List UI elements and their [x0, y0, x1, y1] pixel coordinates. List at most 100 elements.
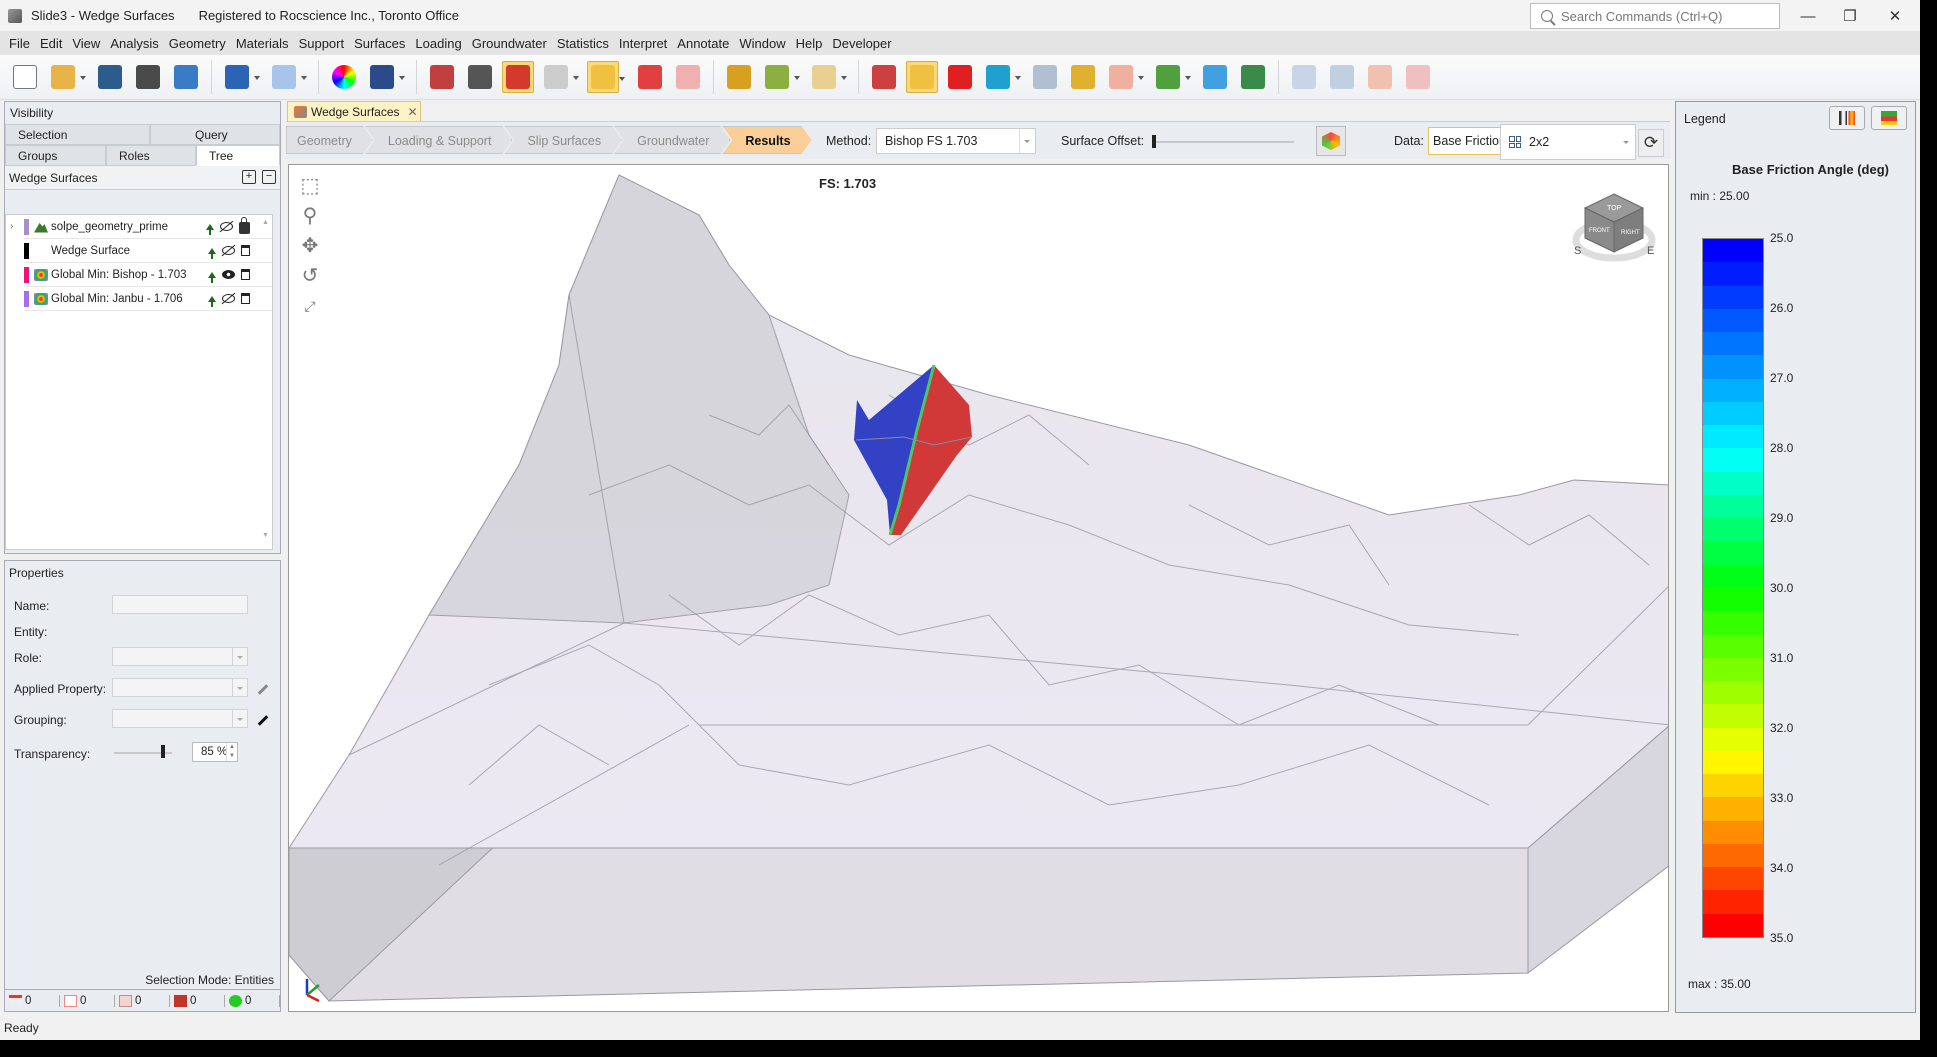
zoom-extents-icon[interactable]: ⤢ — [297, 293, 323, 319]
role-select[interactable] — [112, 647, 248, 666]
menu-interpret[interactable]: Interpret — [614, 36, 672, 51]
remove-support-button[interactable] — [1105, 61, 1144, 93]
redo-button[interactable] — [268, 61, 307, 93]
navigation-cube[interactable]: TOP FRONT RIGHT S E — [1571, 190, 1657, 270]
query-point-button[interactable] — [1029, 61, 1061, 93]
method-select[interactable]: Bishop FS 1.703 — [876, 128, 1036, 154]
zoom-icon[interactable]: ⚲ — [297, 203, 323, 229]
tab-query[interactable]: Query — [150, 124, 280, 145]
tools-button[interactable] — [426, 61, 458, 93]
tree-item[interactable]: Wedge Surface — [24, 239, 272, 263]
section-box-button[interactable] — [982, 61, 1021, 93]
restore-button[interactable]: ❐ — [1830, 4, 1870, 28]
applied-property-select[interactable] — [112, 678, 248, 697]
bar-columns-button[interactable] — [1067, 61, 1099, 93]
undo-button[interactable] — [221, 61, 260, 93]
select-window-button[interactable] — [587, 61, 625, 93]
workflow-step-slip-surfaces[interactable]: Slip Surfaces — [504, 126, 622, 154]
surface-offset-thumb[interactable] — [1152, 135, 1156, 148]
contour-surface-button[interactable] — [906, 61, 938, 93]
image-export-button[interactable] — [366, 61, 405, 93]
intersect-button[interactable] — [1402, 61, 1434, 93]
legend-settings-button[interactable] — [1829, 106, 1865, 130]
menu-developer[interactable]: Developer — [827, 36, 896, 51]
contours-button[interactable] — [1199, 61, 1231, 93]
zoom-window-icon[interactable]: ⬚ — [297, 173, 323, 199]
wedge-contour-button[interactable] — [944, 61, 976, 93]
grouping-select[interactable] — [112, 709, 248, 728]
close-tab-icon[interactable]: ✕ — [408, 105, 418, 119]
edit-grouping-icon[interactable] — [257, 715, 269, 726]
visible-eye-icon[interactable] — [222, 270, 235, 279]
deselect-button[interactable] — [672, 61, 704, 93]
delete-icon[interactable] — [241, 293, 250, 304]
tree-item[interactable]: Global Min: Janbu - 1.706 — [24, 287, 272, 311]
report-button[interactable] — [170, 61, 202, 93]
menu-materials[interactable]: Materials — [231, 36, 294, 51]
move-up-icon[interactable] — [208, 295, 216, 307]
navcube-east[interactable]: E — [1647, 245, 1654, 257]
solid-view-button[interactable] — [502, 61, 534, 93]
print-button[interactable] — [132, 61, 164, 93]
surface-offset-slider[interactable] — [1154, 141, 1294, 143]
workflow-step-groundwater[interactable]: Groundwater — [614, 126, 730, 154]
document-tab[interactable]: Wedge Surfaces ✕ — [287, 101, 421, 121]
transparency-spinbox[interactable]: 85 % ▲ ▼ — [192, 742, 238, 762]
collapse-all-icon[interactable]: − — [262, 170, 276, 184]
transparency-slider-thumb[interactable] — [161, 745, 166, 758]
name-field[interactable] — [112, 595, 248, 614]
lock-icon[interactable] — [239, 217, 250, 234]
calculator-button[interactable] — [464, 61, 496, 93]
menu-annotate[interactable]: Annotate — [672, 36, 734, 51]
delete-icon[interactable] — [241, 269, 250, 280]
workflow-step-loading-support[interactable]: Loading & Support — [365, 126, 513, 154]
refresh-button[interactable]: ⟳ — [1638, 129, 1664, 157]
minimize-button[interactable]: — — [1788, 4, 1828, 28]
move-up-icon[interactable] — [206, 223, 214, 235]
menu-statistics[interactable]: Statistics — [552, 36, 614, 51]
color-wheel-button[interactable] — [328, 61, 360, 93]
view-support-button[interactable] — [761, 61, 800, 93]
menu-edit[interactable]: Edit — [35, 36, 67, 51]
hidden-eye-icon[interactable] — [222, 246, 235, 255]
tab-roles[interactable]: Roles — [106, 145, 196, 166]
scatter-plot-button[interactable] — [1326, 61, 1358, 93]
menu-geometry[interactable]: Geometry — [164, 36, 231, 51]
close-button[interactable]: ✕ — [1875, 4, 1915, 28]
wireframe-view-button[interactable] — [540, 61, 579, 93]
joints-button[interactable] — [723, 61, 755, 93]
cumulative-button[interactable] — [1364, 61, 1396, 93]
viewport-layout-select[interactable]: 2x2 — [1500, 124, 1636, 160]
menu-file[interactable]: File — [4, 36, 35, 51]
workflow-step-geometry[interactable]: Geometry — [286, 126, 373, 154]
3d-viewport[interactable]: FS: 1.703 ⬚ ⚲ ✥ ↺ ⤢ TOP FRONT RIGHT S E — [288, 164, 1669, 1012]
menu-groundwater[interactable]: Groundwater — [467, 36, 552, 51]
navcube-top[interactable]: TOP — [1607, 205, 1622, 212]
new-file-button[interactable] — [9, 61, 41, 93]
loading-button[interactable] — [808, 61, 847, 93]
histogram-button[interactable] — [1288, 61, 1320, 93]
menu-support[interactable]: Support — [294, 36, 350, 51]
search-commands-input[interactable]: Search Commands (Ctrl+Q) — [1530, 3, 1780, 29]
legend-edit-button[interactable] — [1871, 106, 1907, 130]
save-button[interactable] — [94, 61, 126, 93]
open-folder-button[interactable] — [47, 61, 86, 93]
expand-all-icon[interactable]: + — [242, 170, 256, 184]
edit-property-icon[interactable] — [257, 684, 269, 695]
rotate-icon[interactable]: ↺ — [297, 263, 323, 289]
tab-selection[interactable]: Selection — [5, 124, 150, 145]
tree-item[interactable]: › solpe_geometry_prime — [10, 215, 272, 239]
menu-analysis[interactable]: Analysis — [105, 36, 163, 51]
select-lock-button[interactable] — [634, 61, 666, 93]
move-up-icon[interactable] — [208, 247, 216, 259]
menu-help[interactable]: Help — [791, 36, 828, 51]
move-up-icon[interactable] — [208, 271, 216, 283]
navcube-right[interactable]: RIGHT — [1621, 230, 1640, 236]
delete-icon[interactable] — [241, 245, 250, 256]
slip-surface-button[interactable] — [868, 61, 900, 93]
menu-view[interactable]: View — [67, 36, 105, 51]
pan-icon[interactable]: ✥ — [297, 233, 323, 259]
data-select[interactable]: Base Friction — [1428, 127, 1503, 155]
hidden-eye-icon[interactable] — [220, 222, 233, 231]
navcube-south[interactable]: S — [1574, 245, 1581, 257]
